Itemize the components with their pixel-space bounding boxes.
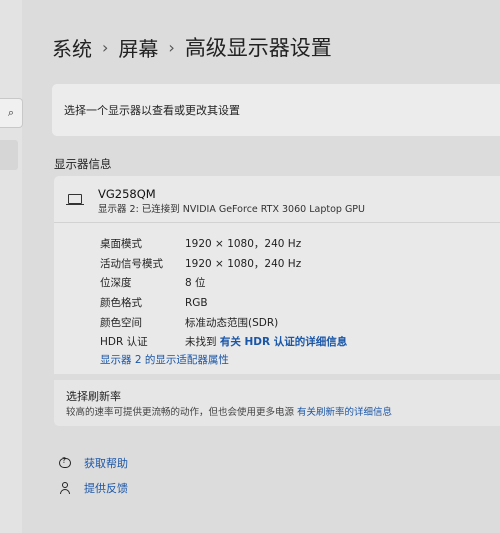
refresh-description-text: 较高的速率可提供更流畅的动作，但也会使用更多电源 bbox=[66, 407, 295, 418]
refresh-rate-description: 较高的速率可提供更流畅的动作，但也会使用更多电源 有关刷新率的详细信息 bbox=[66, 404, 392, 418]
monitor-name: VG258QM bbox=[98, 187, 156, 201]
properties-list: 桌面模式 1920 × 1080，240 Hz 活动信号模式 1920 × 10… bbox=[100, 234, 490, 352]
monitor-icon bbox=[66, 194, 84, 206]
select-display-dropdown[interactable]: 选择一个显示器以查看或更改其设置 bbox=[52, 84, 500, 136]
property-label: 活动信号模式 bbox=[100, 257, 163, 270]
feedback-label: 提供反馈 bbox=[84, 482, 128, 495]
breadcrumb: 系统 › 屏幕 › 高级显示器设置 bbox=[52, 32, 332, 62]
monitor-subtitle: 显示器 2: 已连接到 NVIDIA GeForce RTX 3060 Lapt… bbox=[98, 204, 365, 215]
adapter-properties-link[interactable]: 显示器 2 的显示适配器属性 bbox=[100, 352, 229, 367]
help-icon bbox=[58, 456, 72, 470]
property-value: 1920 × 1080，240 Hz bbox=[185, 238, 302, 251]
hdr-value: 未找到 bbox=[185, 336, 217, 349]
hdr-label: HDR 认证 bbox=[100, 336, 148, 349]
monitor-header: VG258QM 显示器 2: 已连接到 NVIDIA GeForce RTX 3… bbox=[54, 176, 500, 223]
property-value: 8 位 bbox=[185, 277, 206, 290]
property-row: 活动信号模式 1920 × 1080，240 Hz bbox=[100, 254, 490, 274]
property-value: RGB bbox=[185, 296, 208, 309]
get-help-label: 获取帮助 bbox=[84, 457, 128, 470]
property-value: 标准动态范围(SDR) bbox=[185, 316, 279, 329]
property-label: 颜色格式 bbox=[100, 297, 142, 310]
hdr-details-link[interactable]: 有关 HDR 认证的详细信息 bbox=[220, 336, 347, 348]
feedback-icon bbox=[58, 481, 72, 495]
breadcrumb-separator: › bbox=[102, 37, 109, 57]
search-button[interactable]: ⌕ bbox=[0, 98, 23, 128]
refresh-rate-card[interactable]: 选择刷新率 较高的速率可提供更流畅的动作，但也会使用更多电源 有关刷新率的详细信… bbox=[54, 380, 500, 426]
nav-item[interactable] bbox=[0, 140, 18, 170]
search-icon: ⌕ bbox=[7, 106, 15, 119]
property-row: 位深度 8 位 bbox=[100, 273, 490, 293]
display-info-card: VG258QM 显示器 2: 已连接到 NVIDIA GeForce RTX 3… bbox=[54, 176, 500, 374]
select-display-label: 选择一个显示器以查看或更改其设置 bbox=[64, 104, 240, 117]
property-row: 颜色格式 RGB bbox=[100, 293, 490, 313]
property-row: 颜色空间 标准动态范围(SDR) bbox=[100, 312, 490, 332]
page-title: 高级显示器设置 bbox=[184, 36, 332, 60]
breadcrumb-system[interactable]: 系统 bbox=[52, 33, 92, 62]
hdr-value-group: 未找到 有关 HDR 认证的详细信息 bbox=[185, 334, 347, 349]
breadcrumb-separator: › bbox=[168, 37, 175, 57]
refresh-details-link[interactable]: 有关刷新率的详细信息 bbox=[297, 407, 392, 418]
breadcrumb-display[interactable]: 屏幕 bbox=[118, 33, 158, 62]
feedback-link[interactable]: 提供反馈 bbox=[58, 480, 128, 496]
property-label: 位深度 bbox=[100, 277, 132, 290]
section-title: 显示器信息 bbox=[54, 157, 112, 171]
hdr-row: HDR 认证 未找到 有关 HDR 认证的详细信息 bbox=[100, 332, 490, 352]
property-row: 桌面模式 1920 × 1080，240 Hz bbox=[100, 234, 490, 254]
left-rail bbox=[0, 0, 22, 533]
property-label: 桌面模式 bbox=[100, 238, 142, 251]
refresh-rate-title: 选择刷新率 bbox=[66, 390, 121, 403]
property-value: 1920 × 1080，240 Hz bbox=[185, 257, 302, 270]
property-label: 颜色空间 bbox=[100, 316, 142, 329]
get-help-link[interactable]: 获取帮助 bbox=[58, 455, 128, 471]
